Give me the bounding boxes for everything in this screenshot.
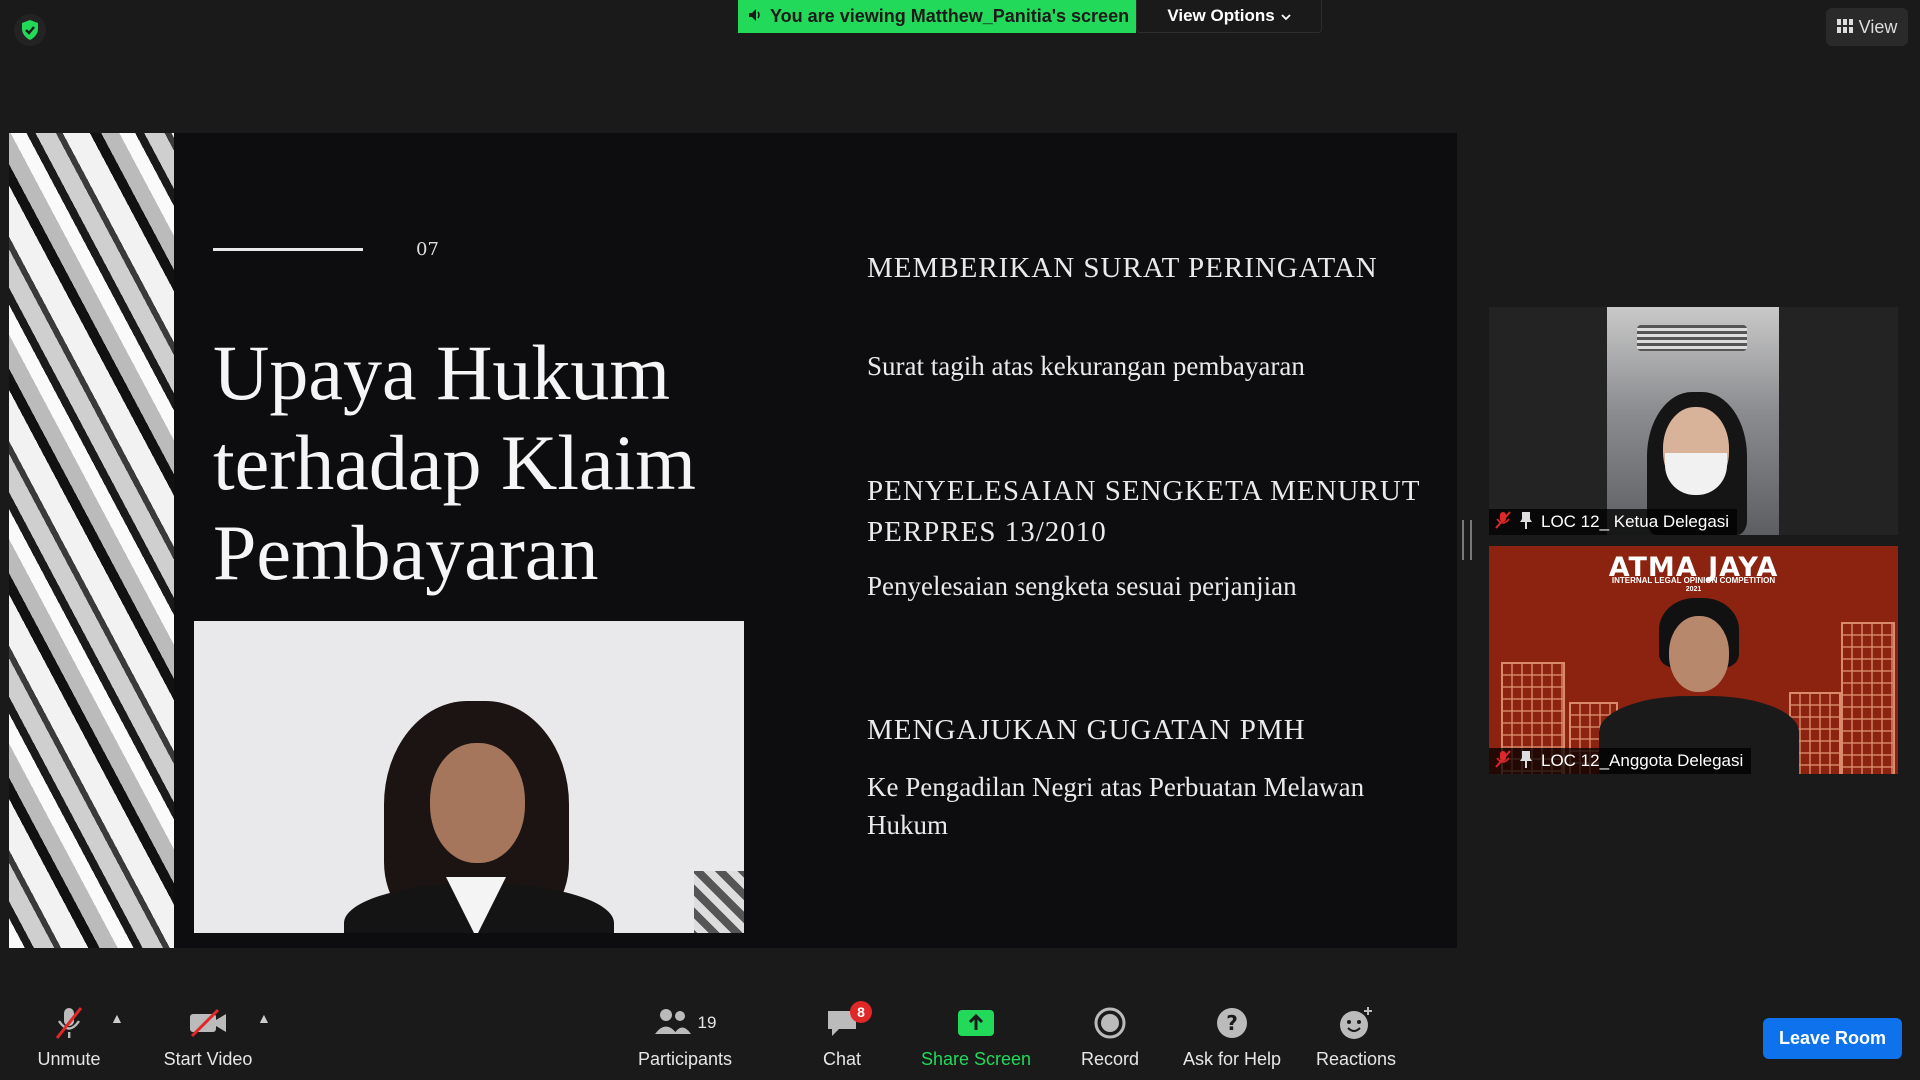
screen-share-banner: You are viewing Matthew_Panitia's screen <box>738 0 1136 33</box>
start-video-label: Start Video <box>163 1049 253 1069</box>
reactions-label: Reactions <box>1315 1049 1397 1069</box>
participant-name: LOC 12_Anggota Delegasi <box>1541 751 1744 770</box>
video-off-icon <box>148 1003 268 1043</box>
participant-tile[interactable]: ATMA JAYA INTERNAL LEGAL OPINION COMPETI… <box>1489 546 1898 774</box>
record-icon <box>1050 1003 1170 1043</box>
slide-item-heading: MEMBERIKAN SURAT PERINGATAN <box>867 252 1378 284</box>
start-video-button[interactable]: Start Video <box>148 1003 268 1070</box>
participants-button[interactable]: 19 Participants <box>625 1003 745 1070</box>
participant-face <box>1649 598 1749 728</box>
participant-name-bar: LOC 12_ Ketua Delegasi <box>1489 509 1738 535</box>
participants-icon-wrap: 19 <box>625 1003 745 1043</box>
participant-video <box>1607 307 1779 535</box>
record-button[interactable]: Record <box>1050 1003 1170 1070</box>
slide-page-number: 07 <box>416 239 439 260</box>
help-question-icon: ? <box>1172 1003 1292 1043</box>
chat-bubble-icon: 8 <box>782 1001 902 1043</box>
view-options-button[interactable]: View Options <box>1136 0 1322 33</box>
participant-name-bar: LOC 12_Anggota Delegasi <box>1489 748 1752 774</box>
reactions-button[interactable]: Reactions <box>1296 1003 1416 1070</box>
shared-screen: 07 Upaya Hukum terhadap Klaim Pembayaran… <box>9 133 1457 948</box>
panel-resize-handle[interactable] <box>1462 520 1472 560</box>
pin-icon <box>1519 750 1533 773</box>
chevron-down-icon <box>1281 6 1291 26</box>
marble-texture-image <box>9 133 174 948</box>
chat-unread-badge: 8 <box>850 1001 872 1023</box>
people-icon <box>654 1007 692 1040</box>
slide-item-heading: PENYELESAIAN SENGKETA MENURUT PERPRES 13… <box>867 475 1420 548</box>
video-options-caret-icon[interactable]: ▲ <box>257 1010 271 1026</box>
smiley-plus-icon <box>1296 1003 1416 1043</box>
participant-name: LOC 12_ Ketua Delegasi <box>1541 512 1730 531</box>
slide-title: Upaya Hukum terhadap Klaim Pembayaran <box>213 329 696 596</box>
svg-text:?: ? <box>1226 1011 1238 1035</box>
leave-room-button[interactable]: Leave Room <box>1763 1018 1902 1059</box>
share-screen-button[interactable]: Share Screen <box>916 1003 1036 1070</box>
share-screen-label: Share Screen <box>920 1049 1032 1069</box>
chat-button[interactable]: 8 Chat <box>782 1001 902 1070</box>
view-label: View <box>1858 16 1898 37</box>
slide-item-text: Surat tagih atas kekurangan pembayaran <box>867 351 1305 381</box>
slide-divider <box>213 248 363 251</box>
slide-item-heading: MENGAJUKAN GUGATAN PMH <box>867 714 1306 746</box>
speaker-icon <box>748 6 764 27</box>
view-button[interactable]: View <box>1826 8 1908 46</box>
participants-count: 19 <box>697 1013 717 1032</box>
unmute-label: Unmute <box>37 1049 101 1069</box>
presenter-video <box>194 621 744 933</box>
virtual-background-year: 2021 <box>1685 586 1702 593</box>
view-options-label: View Options <box>1167 6 1275 25</box>
banner-text: You are viewing Matthew_Panitia's screen <box>770 6 1130 26</box>
ask-for-help-button[interactable]: ? Ask for Help <box>1172 1003 1292 1070</box>
participant-tile[interactable]: LOC 12_ Ketua Delegasi <box>1489 307 1898 535</box>
audio-options-caret-icon[interactable]: ▲ <box>110 1010 124 1026</box>
security-shield-icon[interactable] <box>14 14 46 46</box>
chat-label: Chat <box>822 1049 862 1069</box>
grid-view-icon <box>1836 17 1853 38</box>
ask-for-help-label: Ask for Help <box>1182 1049 1282 1069</box>
slide-item-text: Ke Pengadilan Negri atas Perbuatan Melaw… <box>867 772 1365 840</box>
share-screen-icon <box>916 1003 1036 1043</box>
mic-muted-icon <box>1495 511 1511 533</box>
participants-label: Participants <box>637 1049 733 1069</box>
record-label: Record <box>1080 1049 1140 1069</box>
mic-muted-icon <box>1495 750 1511 772</box>
slide-item-text: Penyelesaian sengketa sesuai perjanjian <box>867 571 1297 601</box>
pin-icon <box>1519 511 1533 534</box>
virtual-background-subtitle: INTERNAL LEGAL OPINION COMPETITION <box>1611 576 1776 585</box>
